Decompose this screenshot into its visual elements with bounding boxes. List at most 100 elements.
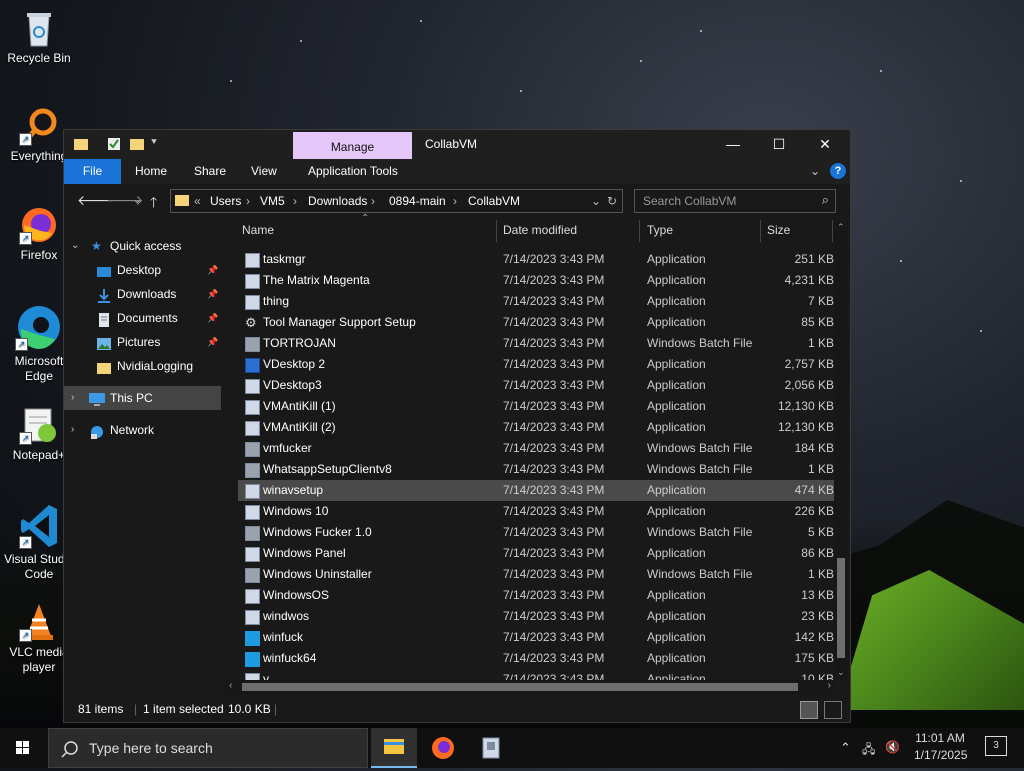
taskbar-file-explorer[interactable] (371, 728, 417, 768)
volume-muted-icon[interactable]: 🔇 (885, 740, 900, 754)
taskbar-firefox[interactable] (420, 728, 466, 768)
nav-item-downloads[interactable]: Downloads 📌 (64, 282, 221, 306)
horizontal-scroll-thumb[interactable] (242, 683, 798, 691)
show-hidden-icons-icon[interactable]: ⌃ (840, 740, 851, 756)
scroll-up-icon[interactable]: ⌃ (837, 222, 845, 233)
breadcrumb-overflow[interactable]: « (194, 194, 201, 208)
breadcrumb-users[interactable]: Users (210, 194, 241, 208)
column-header-size[interactable]: Size (767, 223, 790, 237)
horizontal-scrollbar[interactable]: ‹ › (226, 680, 834, 694)
close-button[interactable]: ✕ (802, 130, 848, 159)
maximize-button[interactable]: ☐ (756, 130, 802, 159)
search-input[interactable]: Search CollabVM ⌕ (634, 189, 836, 213)
folder-icon (74, 137, 88, 151)
nav-item-nvidialogging[interactable]: NvidiaLogging (64, 354, 221, 378)
breadcrumb-vm5[interactable]: VM5 (260, 194, 285, 208)
expand-chevron-icon[interactable]: ⌄ (71, 234, 79, 258)
desktop-icon-recycle-bin[interactable]: Recycle Bin (4, 8, 74, 66)
tab-view[interactable]: View (251, 164, 277, 178)
nav-item-documents[interactable]: Documents 📌 (64, 306, 221, 330)
up-arrow-icon[interactable]: 🡑 (150, 192, 157, 216)
file-type: Application (647, 588, 706, 602)
customize-qat-icon[interactable]: ⯆ (150, 137, 158, 151)
desktop-icon-label: VLC media player (9, 645, 69, 674)
pin-icon: 📌 (207, 265, 219, 275)
file-size: 2,757 KB (784, 357, 834, 371)
table-row[interactable]: ⚙ Tool Manager Support Setup 7/14/2023 3:4… (238, 312, 834, 333)
table-row[interactable]: thing 7/14/2023 3:43 PM Application 7 KB (238, 291, 834, 312)
table-row[interactable]: Windows 10 7/14/2023 3:43 PM Application 22… (238, 501, 834, 522)
start-button[interactable] (0, 728, 46, 768)
table-row[interactable]: winavsetup 7/14/2023 3:43 PM Application 47… (238, 480, 834, 501)
taskbar-app[interactable] (469, 728, 515, 768)
column-header-name[interactable]: Name (242, 223, 274, 237)
breadcrumb-collabvm[interactable]: CollabVM (468, 194, 520, 208)
column-header-type[interactable]: Type (647, 223, 673, 237)
address-bar[interactable]: « Users › VM5 › Downloads › 0894-main › … (170, 189, 623, 213)
table-row[interactable]: VMAntiKill (1) 7/14/2023 3:43 PM Applicati… (238, 396, 834, 417)
table-row[interactable]: The Matrix Magenta 7/14/2023 3:43 PM Appli… (238, 270, 834, 291)
taskbar-search-input[interactable]: Type here to search (48, 728, 368, 768)
minimize-button[interactable]: — (710, 130, 756, 159)
breadcrumb-0894-main[interactable]: 0894-main (389, 194, 446, 208)
desktop-icon-label: Recycle Bin (7, 51, 71, 65)
clock[interactable]: 11:01 AM 1/17/2025 (914, 731, 967, 762)
table-row[interactable]: winfuck 7/14/2023 3:43 PM Application 142 K… (238, 627, 834, 648)
table-row[interactable]: VDesktop 2 7/14/2023 3:43 PM Application 2,… (238, 354, 834, 375)
table-row[interactable]: taskmgr 7/14/2023 3:43 PM Application 251 K… (238, 249, 834, 270)
tab-application-tools[interactable]: Application Tools (308, 164, 398, 178)
table-row[interactable]: Windows Fucker 1.0 7/14/2023 3:43 PM Windo… (238, 522, 834, 543)
vertical-scroll-thumb[interactable] (837, 558, 845, 658)
file-size: 12,130 KB (777, 399, 834, 413)
nav-item-desktop[interactable]: Desktop 📌 (64, 258, 221, 282)
vlc-icon: ↗ (19, 602, 59, 642)
status-selection-size: 10.0 KB (228, 702, 271, 716)
table-row[interactable]: winfuck64 7/14/2023 3:43 PM Application 175… (238, 648, 834, 669)
nav-item-pictures[interactable]: Pictures 📌 (64, 330, 221, 354)
title-bar: ⯆ Manage CollabVM — ☐ ✕ (64, 130, 850, 160)
expand-chevron-icon[interactable]: › (71, 386, 74, 410)
column-header-date[interactable]: Date modified (503, 223, 577, 237)
file-size: 1 KB (807, 567, 834, 581)
tab-home[interactable]: Home (135, 164, 167, 178)
nav-quick-access[interactable]: ⌄ ★ Quick access (64, 234, 221, 258)
pictures-folder-icon (97, 335, 111, 350)
table-row[interactable]: TORTROJAN 7/14/2023 3:43 PM Windows Batch … (238, 333, 834, 354)
table-row[interactable]: windwos 7/14/2023 3:43 PM Application 23 KB (238, 606, 834, 627)
file-type: Windows Batch File (647, 567, 753, 581)
file-date: 7/14/2023 3:43 PM (503, 588, 605, 602)
tab-file[interactable]: File (64, 159, 121, 184)
details-view-icon[interactable] (800, 701, 818, 719)
address-dropdown-icon[interactable]: ⌄ (591, 194, 601, 208)
expand-chevron-icon[interactable]: › (71, 418, 74, 442)
file-date: 7/14/2023 3:43 PM (503, 294, 605, 308)
new-folder-icon[interactable] (130, 137, 144, 151)
table-row[interactable]: VDesktop3 7/14/2023 3:43 PM Application 2,0… (238, 375, 834, 396)
scroll-left-icon[interactable]: ‹ (229, 680, 232, 691)
file-date: 7/14/2023 3:43 PM (503, 252, 605, 266)
refresh-icon[interactable]: ↻ (607, 194, 617, 208)
table-row[interactable]: vmfucker 7/14/2023 3:43 PM Windows Batch F… (238, 438, 834, 459)
tab-share[interactable]: Share (194, 164, 226, 178)
breadcrumb-downloads[interactable]: Downloads (308, 194, 367, 208)
vertical-scrollbar[interactable]: ⌃ ⌄ (834, 222, 848, 678)
table-row[interactable]: VMAntiKill (2) 7/14/2023 3:43 PM Applicati… (238, 417, 834, 438)
scroll-down-icon[interactable]: ⌄ (837, 667, 845, 678)
notification-center-icon[interactable]: 3 (985, 736, 1007, 756)
recent-locations-icon[interactable]: ⌄ (133, 195, 141, 206)
file-size: 4,231 KB (784, 273, 834, 287)
table-row[interactable]: Windows Uninstaller 7/14/2023 3:43 PM Wind… (238, 564, 834, 585)
network-status-icon[interactable]: 🖧 (862, 740, 875, 761)
table-row[interactable]: WhatsappSetupClientv8 7/14/2023 3:43 PM Wi… (238, 459, 834, 480)
table-row[interactable]: Windows Panel 7/14/2023 3:43 PM Applicatio… (238, 543, 834, 564)
tab-manage[interactable]: Manage (293, 132, 412, 160)
nav-network[interactable]: › Network (64, 418, 221, 442)
large-icons-view-icon[interactable] (824, 701, 842, 719)
table-row[interactable]: WindowsOS 7/14/2023 3:43 PM Application 13 … (238, 585, 834, 606)
help-icon[interactable]: ? (830, 163, 846, 179)
file-date: 7/14/2023 3:43 PM (503, 399, 605, 413)
scroll-right-icon[interactable]: › (828, 680, 831, 691)
nav-this-pc[interactable]: › This PC (64, 386, 221, 410)
properties-icon[interactable] (107, 137, 121, 151)
ribbon-expand-chevron-icon[interactable]: ⌄ (810, 164, 820, 178)
